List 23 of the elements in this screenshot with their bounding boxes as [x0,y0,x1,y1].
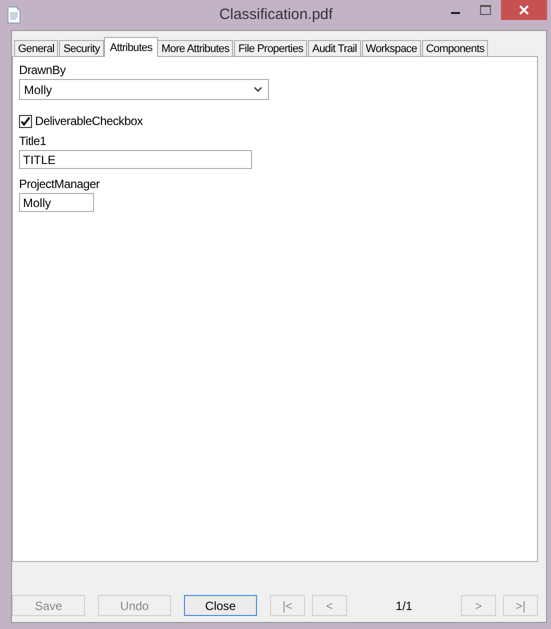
field-label: ProjectManager [19,177,101,191]
checkbox[interactable] [19,114,32,128]
field-label: Title1 [19,134,48,148]
window-title: Classification.pdf [219,6,333,23]
chevron-icon [254,87,262,92]
close-button[interactable] [501,0,547,20]
tab[interactable]: File Properties [234,40,308,57]
dropdown[interactable]: Molly [19,79,269,100]
text-field[interactable]: TITLE [19,150,252,169]
page-counter: 1/1 [394,598,414,612]
tab[interactable]: More Attributes [157,40,234,57]
tab[interactable]: Components [422,40,488,57]
tab[interactable]: Workspace [362,40,421,57]
tab[interactable]: Attributes [104,37,158,57]
tab[interactable]: Security [59,40,104,57]
field-label: DrawnBy [19,63,67,77]
action-button[interactable]: Close [184,595,257,616]
close-icon [519,5,529,15]
text-field[interactable]: Molly [19,193,94,212]
tab[interactable]: Audit Trail [308,40,361,57]
document-icon [7,6,21,24]
tab[interactable]: General [14,40,58,57]
checkbox-label: DeliverableCheckbox [35,114,143,128]
